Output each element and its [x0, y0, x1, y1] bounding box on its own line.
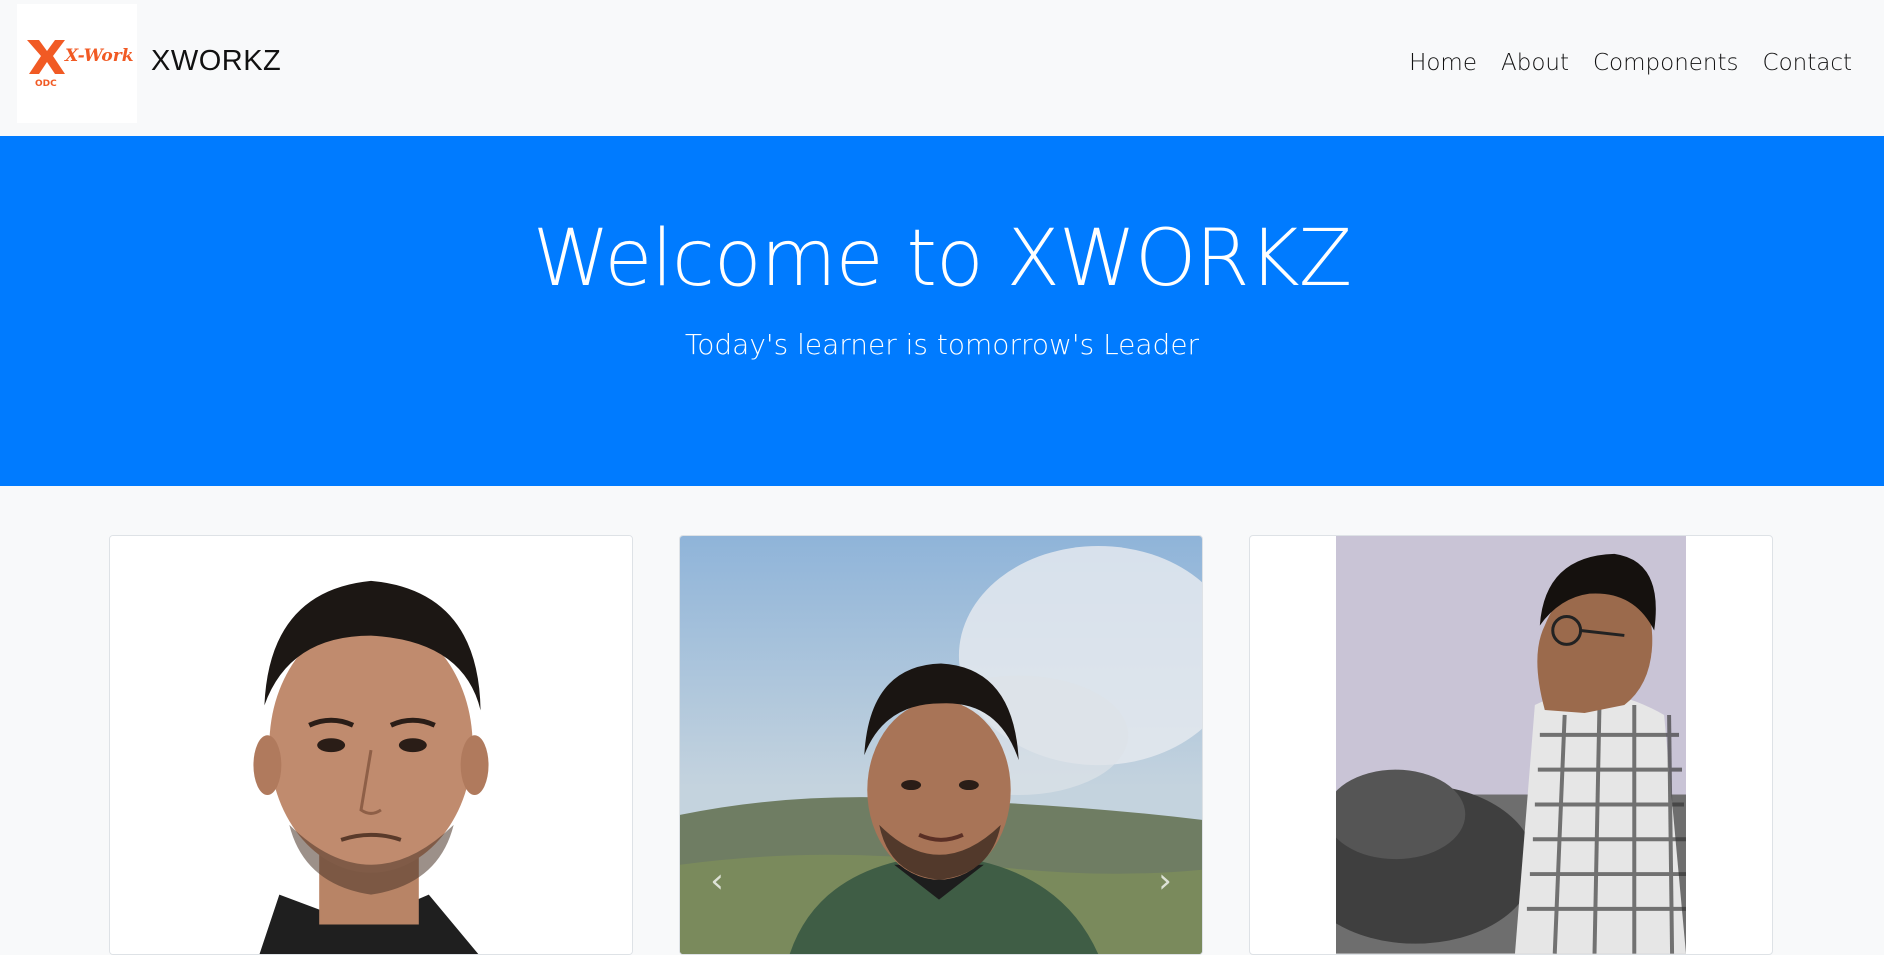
- carousel-next-icon[interactable]: ›: [1150, 861, 1180, 901]
- brand-logo[interactable]: X-Workz ODC: [17, 4, 137, 123]
- carousel-prev-icon[interactable]: ‹: [702, 861, 732, 901]
- brand-name[interactable]: XWORKZ: [151, 45, 281, 78]
- person-outdoor-photo: [680, 536, 1202, 954]
- person-side-profile-photo: [1336, 536, 1686, 954]
- nav-link-home[interactable]: Home: [1409, 50, 1477, 76]
- svg-text:X-Workz: X-Workz: [64, 46, 133, 66]
- nav-link-about[interactable]: About: [1501, 50, 1569, 76]
- profile-card-2: ‹ ›: [679, 535, 1203, 955]
- nav-links: Home About Components Contact: [1409, 50, 1852, 76]
- hero-title: Welcome to XWORKZ: [532, 214, 1352, 304]
- hero-subtitle: Today's learner is tomorrow's Leader: [684, 328, 1200, 361]
- profile-card-1: [109, 535, 633, 955]
- hero-jumbotron: Welcome to XWORKZ Today's learner is tom…: [0, 136, 1884, 486]
- xworkz-logo-icon: X-Workz ODC: [27, 39, 133, 89]
- profile-card-3: [1249, 535, 1773, 955]
- svg-text:ODC: ODC: [35, 79, 57, 89]
- nav-link-contact[interactable]: Contact: [1763, 50, 1852, 76]
- nav-link-components[interactable]: Components: [1593, 50, 1739, 76]
- navbar: X-Workz ODC XWORKZ Home About Components…: [0, 0, 1884, 136]
- person-portrait-photo: [110, 536, 632, 954]
